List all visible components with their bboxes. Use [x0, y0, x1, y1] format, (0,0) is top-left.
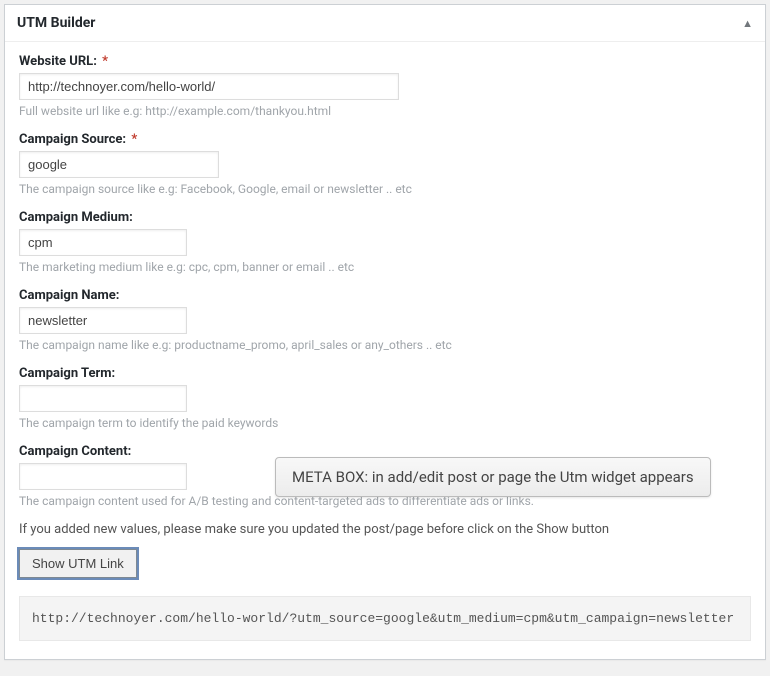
hint-campaign-name: The campaign name like e.g: productname_…	[19, 338, 751, 352]
required-marker: *	[131, 132, 137, 147]
metabox-title: UTM Builder	[17, 15, 95, 31]
required-marker: *	[102, 54, 108, 69]
metabox-body: Website URL: * Full website url like e.g…	[5, 42, 765, 659]
metabox-header: UTM Builder ▲	[5, 5, 765, 42]
input-campaign-content[interactable]	[19, 463, 187, 490]
field-campaign-medium: Campaign Medium: The marketing medium li…	[19, 210, 751, 274]
field-campaign-name: Campaign Name: The campaign name like e.…	[19, 288, 751, 352]
input-website-url[interactable]	[19, 73, 399, 100]
hint-campaign-term: The campaign term to identify the paid k…	[19, 416, 751, 430]
hint-website-url: Full website url like e.g: http://exampl…	[19, 104, 751, 118]
label-campaign-name: Campaign Name:	[19, 288, 751, 303]
update-note: If you added new values, please make sur…	[19, 522, 751, 537]
hint-campaign-source: The campaign source like e.g: Facebook, …	[19, 182, 751, 196]
show-utm-link-button[interactable]: Show UTM Link	[19, 549, 137, 578]
label-campaign-source: Campaign Source: *	[19, 132, 751, 147]
field-website-url: Website URL: * Full website url like e.g…	[19, 54, 751, 118]
label-campaign-term: Campaign Term:	[19, 366, 751, 381]
hint-campaign-medium: The marketing medium like e.g: cpc, cpm,…	[19, 260, 751, 274]
input-campaign-medium[interactable]	[19, 229, 187, 256]
collapse-toggle-icon[interactable]: ▲	[742, 17, 753, 30]
input-campaign-name[interactable]	[19, 307, 187, 334]
label-website-url: Website URL: *	[19, 54, 751, 69]
label-campaign-medium: Campaign Medium:	[19, 210, 751, 225]
field-campaign-source: Campaign Source: * The campaign source l…	[19, 132, 751, 196]
utm-builder-metabox: UTM Builder ▲ Website URL: * Full websit…	[4, 4, 766, 660]
input-campaign-source[interactable]	[19, 151, 219, 178]
input-campaign-term[interactable]	[19, 385, 187, 412]
field-campaign-term: Campaign Term: The campaign term to iden…	[19, 366, 751, 430]
meta-box-callout: META BOX: in add/edit post or page the U…	[275, 457, 711, 497]
result-url-box: http://technoyer.com/hello-world/?utm_so…	[19, 596, 751, 641]
